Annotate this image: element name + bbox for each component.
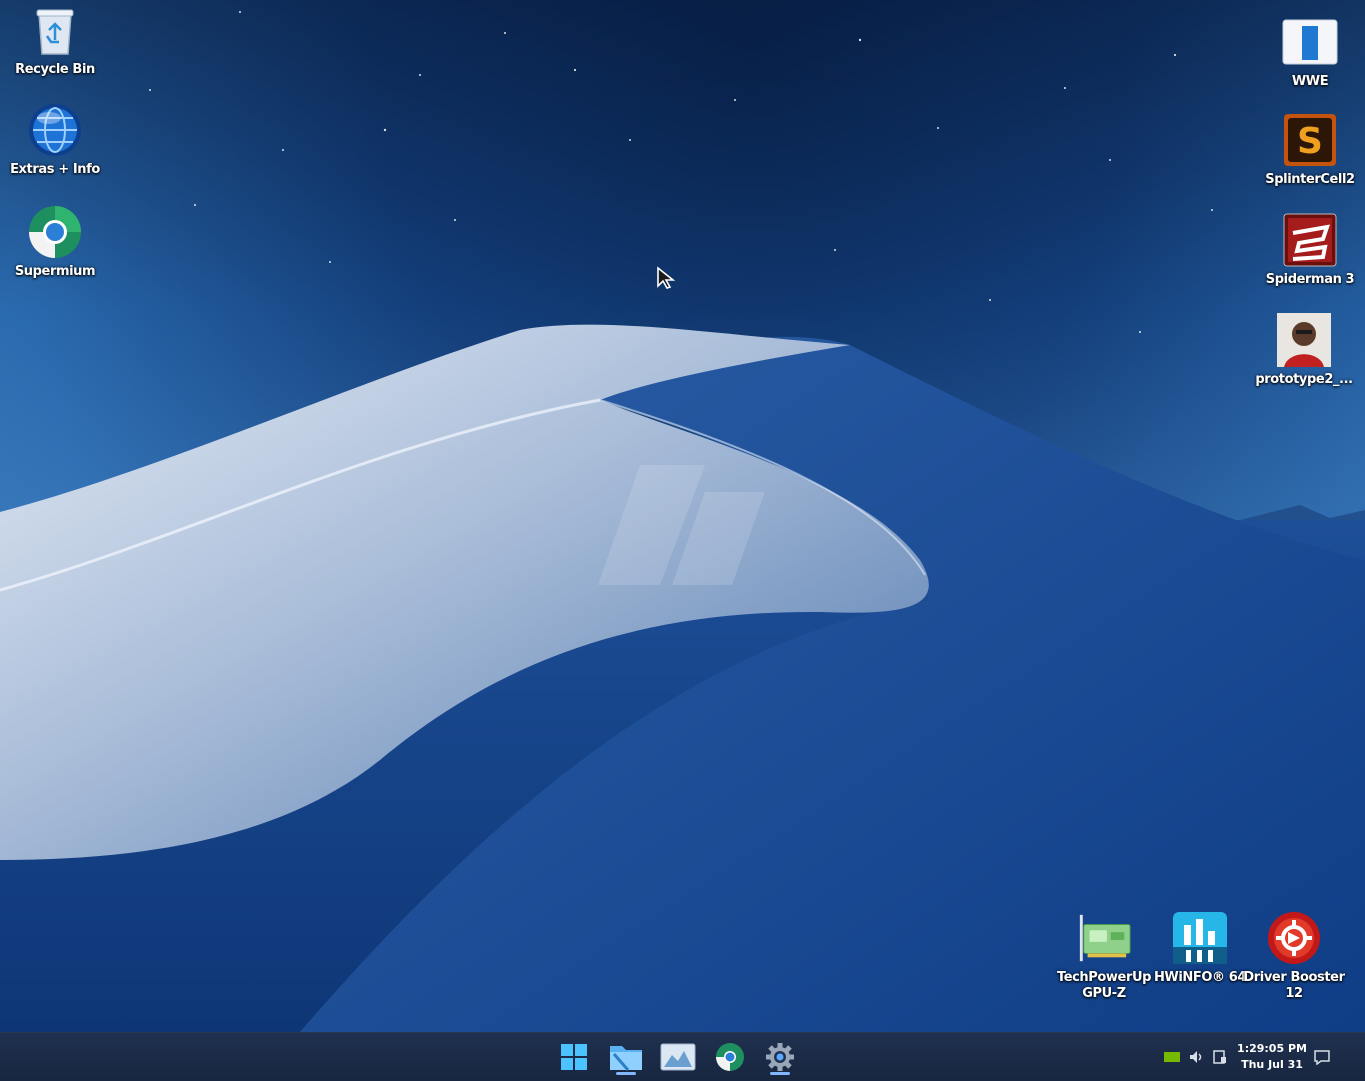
supermium-taskbar-button[interactable] bbox=[710, 1039, 750, 1075]
recycle-bin-icon bbox=[27, 2, 83, 58]
clock-time: 1:29:05 PM bbox=[1237, 1042, 1307, 1055]
network-icon[interactable] bbox=[1212, 1049, 1228, 1065]
desktop-icon-spiderman3[interactable]: Spiderman 3 bbox=[1262, 212, 1358, 288]
settings-button[interactable] bbox=[760, 1039, 800, 1075]
desktop-icon-splintercell2[interactable]: S SplinterCell2 bbox=[1262, 112, 1358, 188]
hwinfo-icon bbox=[1172, 910, 1228, 966]
folder-icon bbox=[610, 1046, 642, 1071]
photos-icon bbox=[660, 1043, 696, 1071]
wwe-game-icon bbox=[1282, 14, 1338, 70]
desktop-icon-label-line: GPU-Z bbox=[1082, 986, 1126, 1001]
desktop-icon-wwe[interactable]: WWE bbox=[1262, 14, 1358, 90]
globe-info-icon bbox=[27, 102, 83, 158]
supermium-browser-icon bbox=[27, 204, 83, 260]
desktop-icon-label-line: HWiNFO® 64 bbox=[1153, 970, 1247, 985]
mouse-cursor-icon bbox=[657, 266, 676, 289]
windows-logo-icon bbox=[561, 1044, 587, 1070]
notification-icon[interactable] bbox=[1314, 1049, 1330, 1065]
desktop-icon-label: TechPowerUp GPU-Z bbox=[1057, 970, 1151, 1002]
desktop-icon-label: Extras + Info bbox=[10, 162, 100, 177]
desktop-icon-label-line: 12 bbox=[1285, 986, 1303, 1001]
driver-booster-icon bbox=[1266, 910, 1322, 966]
splinter-cell-icon: S bbox=[1282, 112, 1338, 168]
active-indicator bbox=[616, 1072, 636, 1075]
desktop-icon-label: Spiderman 3 bbox=[1265, 272, 1355, 287]
desktop-icon-recycle-bin[interactable]: Recycle Bin bbox=[7, 2, 103, 78]
desktop-icon-label-line: Driver Booster bbox=[1243, 970, 1345, 985]
photos-button[interactable] bbox=[658, 1039, 698, 1075]
gear-icon bbox=[766, 1043, 794, 1071]
svg-text:S: S bbox=[1297, 121, 1323, 162]
desktop-icon-label: HWiNFO® 64 bbox=[1153, 970, 1247, 986]
desktop-icon-label: Recycle Bin bbox=[15, 62, 95, 77]
desktop-icon-label: Driver Booster 12 bbox=[1243, 970, 1345, 1002]
start-button[interactable] bbox=[554, 1039, 594, 1075]
nvidia-tray-icon[interactable] bbox=[1164, 1049, 1180, 1065]
file-explorer-button[interactable] bbox=[606, 1039, 646, 1075]
taskbar-clock[interactable]: 1:29:05 PM Thu Jul 31 bbox=[1236, 1041, 1308, 1073]
gpu-card-icon bbox=[1076, 910, 1132, 966]
supermium-browser-icon bbox=[716, 1043, 744, 1071]
desktop-icon-extras-info[interactable]: Extras + Info bbox=[7, 102, 103, 178]
desktop-icon-label: prototype2_... bbox=[1255, 372, 1353, 387]
taskbar: 1:29:05 PM Thu Jul 31 bbox=[0, 1032, 1365, 1081]
desktop-icon-supermium[interactable]: Supermium bbox=[7, 204, 103, 280]
desktop-icon-prototype2[interactable]: prototype2_... bbox=[1255, 312, 1353, 388]
wallpaper-dunes bbox=[0, 11, 1365, 1032]
spiderman-icon bbox=[1282, 212, 1338, 268]
desktop-icon-gpu-z[interactable]: TechPowerUp GPU-Z bbox=[1056, 910, 1152, 1002]
desktop[interactable]: Recycle Bin Extras + Info Supermium WWE … bbox=[0, 0, 1365, 1032]
active-indicator bbox=[770, 1072, 790, 1075]
desktop-icon-label: Supermium bbox=[14, 264, 96, 279]
desktop-icon-driver-booster[interactable]: Driver Booster 12 bbox=[1243, 910, 1345, 1002]
desktop-icon-label: WWE bbox=[1291, 74, 1329, 89]
prototype-game-icon bbox=[1276, 312, 1332, 368]
volume-icon[interactable] bbox=[1188, 1049, 1204, 1065]
desktop-icon-label: SplinterCell2 bbox=[1265, 172, 1355, 187]
desktop-icon-hwinfo64[interactable]: HWiNFO® 64 bbox=[1152, 910, 1248, 986]
clock-date: Thu Jul 31 bbox=[1241, 1058, 1303, 1071]
desktop-icon-label-line: TechPowerUp bbox=[1056, 970, 1152, 985]
